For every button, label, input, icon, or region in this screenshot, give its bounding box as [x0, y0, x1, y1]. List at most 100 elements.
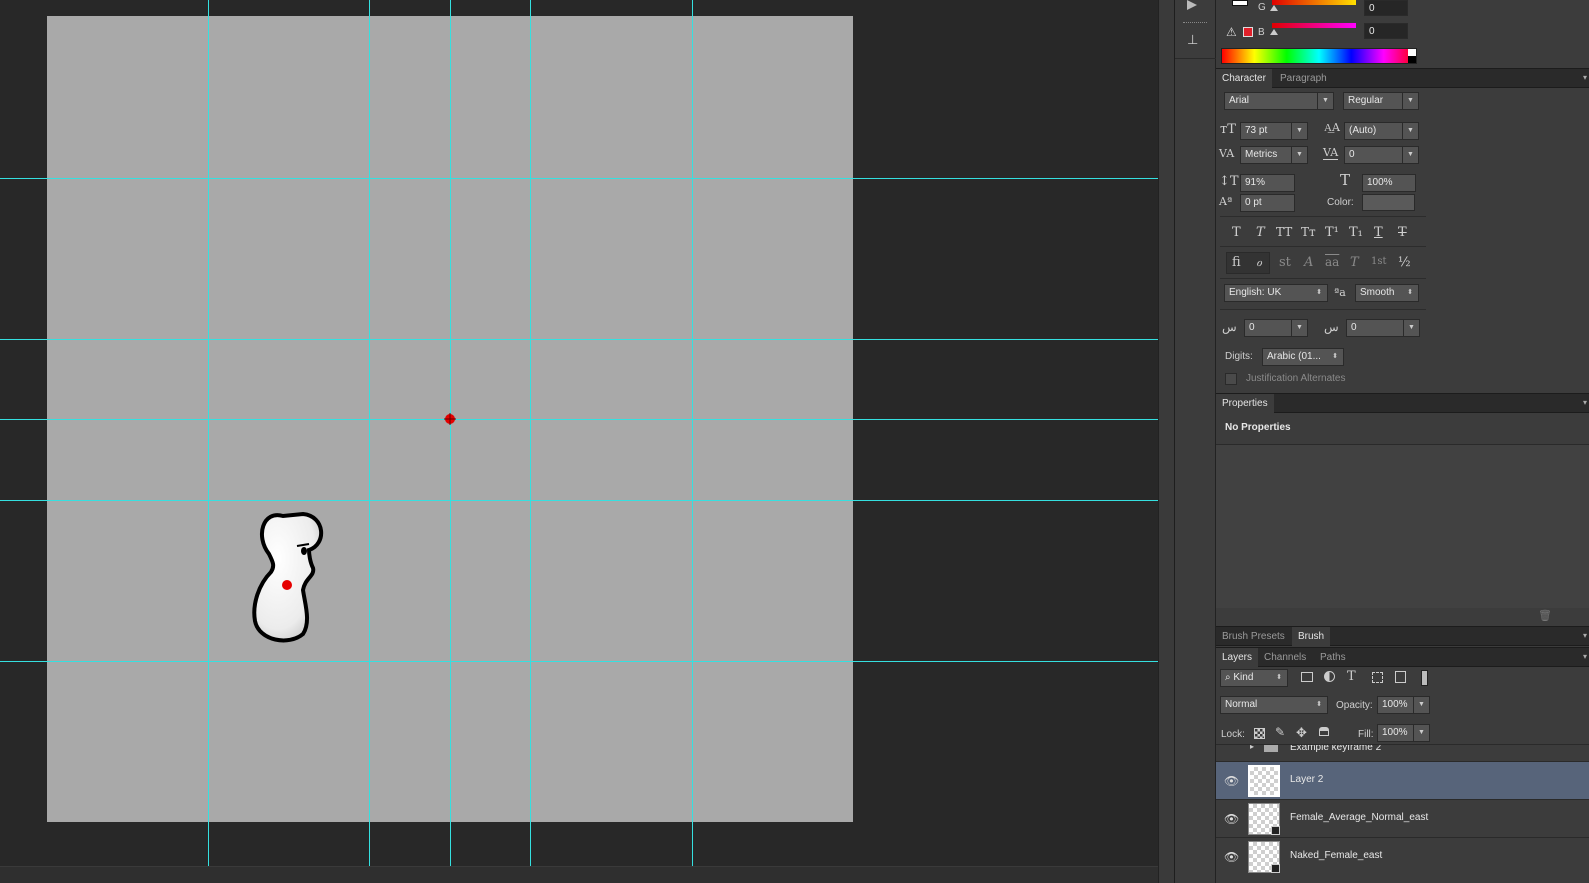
language-select[interactable]: English: UK ⬍	[1224, 284, 1328, 302]
leading-field[interactable]: (Auto) ▼	[1344, 122, 1419, 140]
chevron-down-icon[interactable]: ▼	[1317, 93, 1333, 109]
tab-paragraph[interactable]: Paragraph	[1274, 69, 1333, 88]
guide-vertical[interactable]	[369, 0, 370, 866]
layer-name[interactable]: Naked_Female_east	[1290, 850, 1382, 861]
tab-channels[interactable]: Channels	[1258, 648, 1312, 667]
filter-pixel-icon[interactable]	[1301, 672, 1313, 682]
arabic-field-1[interactable]: 0 ▼	[1244, 319, 1308, 337]
filter-smart-object-icon[interactable]	[1395, 671, 1406, 683]
vertical-scale-field[interactable]: 91%	[1240, 174, 1295, 192]
tab-character[interactable]: Character	[1216, 69, 1272, 88]
tab-properties[interactable]: Properties	[1216, 394, 1274, 413]
kerning-field[interactable]: Metrics ▼	[1240, 146, 1308, 164]
opacity-field[interactable]: 100% ▼	[1377, 696, 1430, 714]
standard-ligatures-button[interactable]: ﬁ	[1232, 255, 1241, 270]
vertical-scrollbar[interactable]	[1158, 0, 1174, 883]
layer-row[interactable]: 👁 Female_Average_Normal_east	[1216, 799, 1589, 837]
chevron-down-icon[interactable]: ▼	[1413, 725, 1429, 741]
lock-all-padlock-icon[interactable]	[1319, 727, 1329, 736]
trash-icon[interactable]: 🗑	[1538, 609, 1552, 622]
arabic-field-2[interactable]: 0 ▼	[1346, 319, 1420, 337]
group-eye-slot[interactable]	[1224, 745, 1236, 751]
filter-adjustment-icon[interactable]	[1324, 671, 1335, 682]
lock-transparency-icon[interactable]	[1254, 728, 1265, 739]
tab-brush[interactable]: Brush	[1292, 627, 1331, 646]
chevron-down-icon[interactable]: ▼	[1291, 123, 1307, 139]
updown-icon[interactable]: ⬍	[1271, 670, 1287, 686]
panel-menu-icon[interactable]: ▾	[1583, 631, 1587, 640]
baseline-shift-field[interactable]: 0 pt	[1240, 194, 1295, 212]
updown-icon[interactable]: ⬍	[1327, 349, 1343, 365]
panel-menu-icon[interactable]: ▾	[1583, 652, 1587, 661]
clone-source-icon[interactable]: ⊥	[1187, 32, 1203, 48]
subscript-button[interactable]: T₁	[1349, 225, 1363, 240]
lock-pixels-brush-icon[interactable]: ✎	[1275, 725, 1285, 739]
visibility-eye-icon[interactable]: 👁	[1224, 812, 1239, 826]
titling-alternates-button[interactable]: T	[1350, 255, 1359, 270]
anti-alias-select[interactable]: Smooth ⬍	[1355, 284, 1419, 302]
chevron-down-icon[interactable]: ▼	[1291, 147, 1307, 163]
document-workspace[interactable]	[0, 0, 1160, 883]
b-value-field[interactable]: 0	[1364, 23, 1408, 39]
text-color-swatch[interactable]	[1362, 194, 1415, 211]
contextual-alternates-button[interactable]: ℴ	[1256, 255, 1262, 270]
chevron-down-icon[interactable]: ▼	[1413, 697, 1429, 713]
small-caps-button[interactable]: Tт	[1301, 225, 1316, 239]
g-slider-handle-icon[interactable]	[1270, 5, 1278, 11]
chevron-down-icon[interactable]: ▼	[1403, 320, 1419, 336]
guide-horizontal[interactable]	[0, 419, 1158, 420]
fractions-button[interactable]: ½	[1398, 255, 1411, 270]
layer-name[interactable]: Layer 2	[1290, 774, 1323, 785]
updown-icon[interactable]: ⬍	[1311, 697, 1327, 713]
justification-alternates-checkbox[interactable]	[1225, 373, 1237, 385]
expand-arrow-icon[interactable]: ▸	[1250, 745, 1254, 751]
guide-horizontal[interactable]	[0, 178, 1158, 179]
swash-button[interactable]: A	[1304, 255, 1313, 270]
layer-row[interactable]: 👁 Layer 2	[1216, 761, 1589, 799]
guide-vertical[interactable]	[208, 0, 209, 866]
b-slider-handle-icon[interactable]	[1270, 29, 1278, 35]
tab-paths[interactable]: Paths	[1314, 648, 1352, 667]
alert-color-swatch[interactable]	[1243, 27, 1253, 37]
filter-shape-icon[interactable]	[1372, 672, 1383, 683]
guide-horizontal[interactable]	[0, 500, 1158, 501]
guide-vertical[interactable]	[530, 0, 531, 866]
guide-vertical[interactable]	[450, 0, 451, 866]
blend-mode-select[interactable]: Normal ⬍	[1220, 696, 1328, 714]
all-caps-button[interactable]: TT	[1276, 225, 1292, 239]
lock-position-move-icon[interactable]: ✥	[1296, 725, 1307, 741]
tab-layers[interactable]: Layers	[1216, 648, 1259, 667]
layer-row[interactable]: 👁 Naked_Female_east	[1216, 837, 1589, 875]
faux-bold-button[interactable]: T	[1232, 225, 1241, 240]
guide-vertical[interactable]	[692, 0, 693, 866]
layer-filter-select[interactable]: ⌕ Kind ⬍	[1220, 669, 1288, 687]
panel-menu-icon[interactable]: ▾	[1583, 398, 1587, 407]
guide-horizontal[interactable]	[0, 339, 1158, 340]
play-icon[interactable]	[1187, 0, 1197, 10]
horizontal-scrollbar[interactable]	[0, 866, 1160, 883]
discretionary-ligatures-button[interactable]: st	[1279, 255, 1291, 270]
b-channel-slider[interactable]	[1272, 23, 1356, 28]
horizontal-scale-field[interactable]: 100%	[1362, 174, 1416, 192]
updown-icon[interactable]: ⬍	[1311, 285, 1327, 301]
filter-toggle-switch[interactable]	[1421, 670, 1428, 686]
updown-icon[interactable]: ⬍	[1402, 285, 1418, 301]
strikethrough-button[interactable]: T	[1398, 225, 1407, 240]
faux-italic-button[interactable]: T	[1256, 225, 1265, 240]
font-family-select[interactable]: Arial ▼	[1224, 92, 1334, 110]
out-of-gamut-warning-icon[interactable]: ⚠	[1226, 25, 1237, 39]
stylistic-alternates-button[interactable]: aa	[1325, 255, 1339, 269]
font-size-field[interactable]: 73 pt ▼	[1240, 122, 1308, 140]
superscript-button[interactable]: T¹	[1325, 225, 1339, 240]
chevron-down-icon[interactable]: ▼	[1402, 123, 1418, 139]
font-style-select[interactable]: Regular ▼	[1343, 92, 1419, 110]
panel-menu-icon[interactable]: ▾	[1583, 73, 1587, 82]
underline-button[interactable]: T	[1374, 225, 1383, 240]
fill-field[interactable]: 100% ▼	[1377, 724, 1430, 742]
layer-group-row[interactable]: ▸ Example keyframe 2	[1216, 745, 1589, 756]
color-spectrum-ramp[interactable]	[1221, 48, 1417, 64]
tracking-field[interactable]: 0 ▼	[1344, 146, 1419, 164]
chevron-down-icon[interactable]: ▼	[1402, 93, 1418, 109]
tab-brush-presets[interactable]: Brush Presets	[1216, 627, 1291, 646]
chevron-down-icon[interactable]: ▼	[1402, 147, 1418, 163]
